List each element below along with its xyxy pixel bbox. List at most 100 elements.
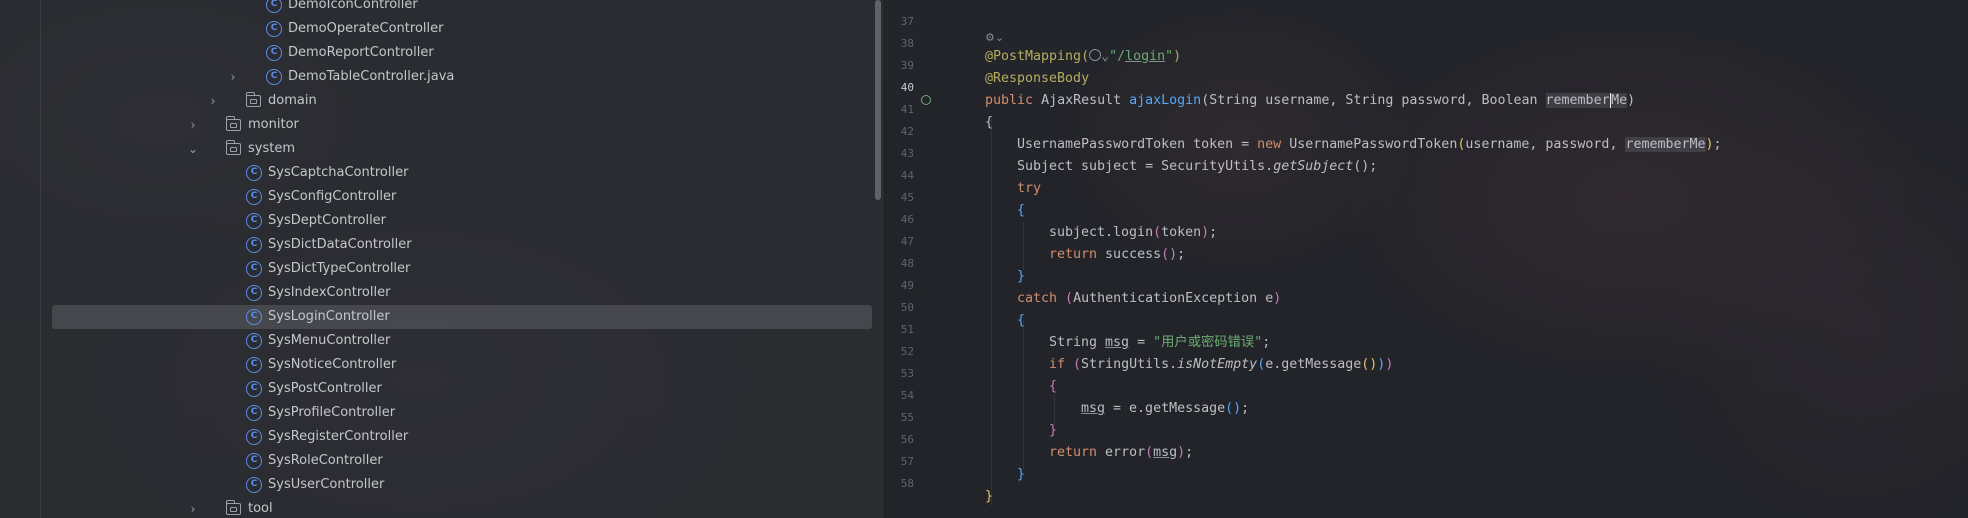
line-number: 53 (900, 367, 914, 380)
line-number: 42 (900, 125, 914, 138)
code-line-55[interactable]: } (1049, 420, 1057, 442)
code-line-38[interactable]: @PostMapping(⌄"/login") (985, 46, 1181, 68)
line-number: 52 (900, 345, 914, 358)
project-scrollbar[interactable] (875, 0, 881, 200)
code-line-39[interactable]: @ResponseBody (985, 68, 1089, 90)
tree-item[interactable]: C SysConfigController (0, 185, 884, 209)
java-class-icon: C (246, 309, 262, 325)
tree-item-label: SysCaptchaController (268, 165, 409, 180)
java-class-icon: C (246, 213, 262, 229)
chevron-right-icon[interactable]: › (186, 113, 200, 137)
line-number: 44 (900, 169, 914, 182)
tree-item[interactable]: C SysIndexController (0, 281, 884, 305)
tree-item[interactable]: C SysMenuController (0, 329, 884, 353)
java-class-icon: C (246, 429, 262, 445)
java-class-icon: C (266, 21, 282, 37)
java-class-icon: C (246, 453, 262, 469)
tree-item[interactable]: C SysProfileController (0, 401, 884, 425)
chevron-right-icon[interactable]: › (186, 497, 200, 518)
code-line-48[interactable]: } (1017, 266, 1025, 288)
endpoint-gutter-icon[interactable] (921, 95, 931, 105)
code-line-56[interactable]: return error(msg); (1049, 442, 1193, 464)
code-line-54[interactable]: msg = e.getMessage(); (1081, 398, 1249, 420)
tree-item[interactable]: › tool (0, 497, 884, 518)
tree-item-label: monitor (248, 117, 299, 132)
code-line-43[interactable]: Subject subject = SecurityUtils.getSubje… (1017, 156, 1377, 178)
line-number: 50 (900, 301, 914, 314)
java-class-icon: C (246, 405, 262, 421)
package-folder-icon (225, 140, 241, 155)
chevron-right-icon[interactable]: › (206, 89, 220, 113)
package-folder-icon (225, 500, 241, 515)
tree-item[interactable]: C SysDictDataController (0, 233, 884, 257)
code-line-52[interactable]: if (StringUtils.isNotEmpty(e.getMessage(… (1049, 354, 1393, 376)
code-line-42[interactable]: UsernamePasswordToken token = new Userna… (1017, 134, 1722, 156)
tree-item-label: system (248, 141, 295, 156)
tree-item[interactable]: C DemoOperateController (0, 17, 884, 41)
code-line-40[interactable]: public AjaxResult ajaxLogin(String usern… (985, 90, 1635, 112)
line-number: 39 (900, 59, 914, 72)
tree-item[interactable]: C SysDeptController (0, 209, 884, 233)
tree-item[interactable]: C SysDictTypeController (0, 257, 884, 281)
java-class-icon: C (246, 261, 262, 277)
tree-item[interactable]: C SysUserController (0, 473, 884, 497)
tree-item-label: DemoTableController.java (288, 69, 455, 84)
reader-mode-icon[interactable]: ⚙⌄ (985, 31, 1004, 44)
line-number: 58 (900, 477, 914, 490)
tree-item[interactable]: C SysCaptchaController (0, 161, 884, 185)
tree-item-label: SysConfigController (268, 189, 397, 204)
code-line-41[interactable]: { (985, 112, 993, 134)
tree-item-label: SysIndexController (268, 285, 391, 300)
code-line-45[interactable]: { (1017, 200, 1025, 222)
line-number: 49 (900, 279, 914, 292)
line-number: 41 (900, 103, 914, 116)
line-number: 46 (900, 213, 914, 226)
code-line-51[interactable]: String msg = "用户或密码错误"; (1049, 332, 1270, 354)
tree-item-label: SysUserController (268, 477, 385, 492)
code-line-53[interactable]: { (1049, 376, 1057, 398)
line-number: 51 (900, 323, 914, 336)
tree-item[interactable]: C SysRoleController (0, 449, 884, 473)
tree-item-label: DemoIconController (288, 0, 418, 12)
tree-item[interactable]: C SysRegisterController (0, 425, 884, 449)
selection-highlight (52, 305, 872, 329)
indent-guide (991, 118, 992, 506)
code-line-50[interactable]: { (1017, 310, 1025, 332)
code-line-49[interactable]: catch (AuthenticationException e) (1017, 288, 1281, 310)
chevron-down-icon[interactable]: ⌄ (186, 137, 200, 161)
tree-item[interactable]: › monitor (0, 113, 884, 137)
tree-item-label: SysRoleController (268, 453, 383, 468)
code-line-44[interactable]: try (1017, 178, 1041, 200)
code-line-46[interactable]: subject.login(token); (1049, 222, 1217, 244)
tree-item-label: SysDeptController (268, 213, 387, 228)
java-class-icon: C (246, 357, 262, 373)
package-folder-icon (225, 116, 241, 131)
line-number: 47 (900, 235, 914, 248)
tree-item[interactable]: C DemoReportController (0, 41, 884, 65)
tree-item[interactable]: › C DemoTableController.java (0, 65, 884, 89)
tree-item[interactable]: C SysLoginController (0, 305, 884, 329)
tree-item[interactable]: ⌄ system (0, 137, 884, 161)
code-line-47[interactable]: return success(); (1049, 244, 1185, 266)
java-class-icon: C (266, 0, 282, 13)
code-line-58[interactable]: } (985, 486, 993, 508)
java-class-icon: C (246, 285, 262, 301)
code-line-57[interactable]: } (1017, 464, 1025, 486)
chevron-right-icon[interactable]: › (226, 65, 240, 89)
tree-item[interactable]: C DemoIconController (0, 0, 884, 17)
tree-item-label: SysPostController (268, 381, 382, 396)
tree-item-label: SysNoticeController (268, 357, 397, 372)
java-class-icon: C (246, 237, 262, 253)
java-class-icon: C (266, 69, 282, 85)
indent-guide (1023, 222, 1024, 270)
line-number: 45 (900, 191, 914, 204)
tree-item-label: SysRegisterController (268, 429, 409, 444)
line-number: 43 (900, 147, 914, 160)
tree-item-label: SysLoginController (268, 309, 390, 324)
tree-item[interactable]: › domain (0, 89, 884, 113)
tree-item[interactable]: C SysPostController (0, 377, 884, 401)
tree-item-label: DemoReportController (288, 45, 434, 60)
mapping-url[interactable]: "/login" (1109, 49, 1173, 64)
line-number: 48 (900, 257, 914, 270)
tree-item[interactable]: C SysNoticeController (0, 353, 884, 377)
